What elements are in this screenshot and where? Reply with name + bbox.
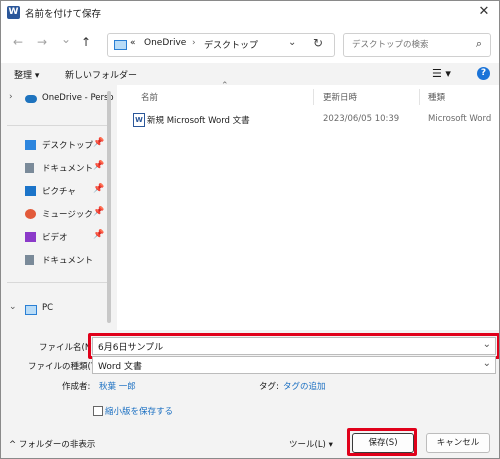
organize-menu[interactable]: 整理 ▾ [14, 68, 39, 81]
address-dropdown-icon[interactable]: ⌄ [288, 37, 296, 48]
pictures-icon [25, 186, 36, 196]
author-value[interactable]: 秋葉 一郎 [99, 380, 136, 392]
desktop-icon [25, 140, 36, 150]
refresh-icon[interactable]: ↻ [313, 36, 323, 50]
pc-icon [25, 305, 37, 315]
file-modified: 2023/06/05 10:39 [323, 114, 400, 124]
pin-icon: 📌 [93, 230, 105, 240]
search-input[interactable] [350, 37, 464, 53]
music-icon [25, 209, 36, 219]
cancel-button[interactable]: キャンセル [426, 433, 490, 453]
breadcrumb-onedrive[interactable]: OneDrive [144, 38, 186, 48]
tags-label: タグ: [259, 382, 279, 392]
chevron-right-icon[interactable]: › [9, 92, 13, 102]
recent-locations-button[interactable]: ⌄ [61, 32, 71, 46]
save-options-panel: ファイル名(N): 6月6日サンプル ⌄ ファイルの種類(T): Word 文書… [1, 330, 499, 458]
sidebar-item-documents[interactable]: ドキュメント 📌 [1, 160, 115, 176]
documents-icon [25, 163, 34, 173]
column-header-name[interactable]: 名前 [141, 91, 158, 103]
sort-ascending-icon: ⌃ [221, 81, 229, 91]
breadcrumb-desktop[interactable]: デスクトップ [204, 38, 258, 51]
pin-icon: 📌 [93, 207, 105, 217]
pin-icon: 📌 [93, 161, 105, 171]
chevron-down-icon[interactable]: ⌄ [483, 358, 491, 369]
column-header-modified[interactable]: 更新日時 [323, 91, 357, 103]
hide-folders-button[interactable]: ^ フォルダーの非表示 [9, 438, 95, 450]
search-icon[interactable]: ⌕ [476, 37, 482, 51]
chevron-down-icon[interactable]: ⌄ [9, 302, 17, 312]
search-box[interactable]: ⌕ [343, 33, 491, 57]
sidebar-item-label: ドキュメント [42, 164, 94, 174]
videos-icon [25, 232, 36, 242]
onedrive-cloud-icon [25, 95, 37, 103]
sidebar-item-label: ドキュメント [42, 256, 94, 266]
save-thumbnail-checkbox[interactable] [93, 406, 103, 416]
word-app-icon: W [7, 6, 20, 19]
save-thumbnail-label[interactable]: 縮小版を保存する [105, 405, 173, 417]
dialog-footer: ^ フォルダーの非表示 ツール(L) ▾ 保存(S) キャンセル [1, 426, 499, 458]
title-bar: W 名前を付けて保存 ✕ [1, 1, 499, 25]
tools-menu[interactable]: ツール(L) ▾ [289, 438, 333, 450]
command-bar: 整理 ▾ 新しいフォルダー ☰ ▾ ? [1, 63, 499, 85]
sidebar-item-label: PC [42, 303, 54, 313]
save-as-dialog: W 名前を付けて保存 ✕ ← → ⌄ ↑ « OneDrive › デスクトップ… [0, 0, 500, 459]
column-header-type[interactable]: 種類 [428, 91, 445, 103]
forward-button[interactable]: → [37, 35, 47, 49]
sidebar-item-onedrive[interactable]: › OneDrive - Perso [1, 91, 115, 107]
pc-icon [114, 40, 127, 50]
sidebar-item-label: デスクトップ [42, 141, 94, 151]
dialog-title: 名前を付けて保存 [25, 9, 102, 20]
sidebar-item-music[interactable]: ミュージック 📌 [1, 206, 115, 222]
new-folder-button[interactable]: 新しいフォルダー [65, 68, 137, 81]
sidebar-item-videos[interactable]: ビデオ 📌 [1, 229, 115, 245]
pin-icon: 📌 [93, 138, 105, 148]
word-document-icon: W [133, 113, 145, 127]
sidebar-item-pc[interactable]: ⌄ PC [1, 301, 115, 317]
chevron-right-icon: › [192, 38, 196, 48]
help-icon[interactable]: ? [477, 67, 490, 80]
save-highlight [347, 428, 417, 456]
divider [7, 282, 109, 283]
column-divider[interactable] [419, 89, 420, 105]
up-button[interactable]: ↑ [81, 35, 91, 49]
nav-scrollbar[interactable] [107, 91, 111, 323]
tags-field[interactable]: タグの追加 [283, 380, 326, 392]
address-bar[interactable]: « OneDrive › デスクトップ ⌄ ↻ [107, 33, 335, 57]
file-type: Microsoft Word [428, 114, 492, 124]
pin-icon: 📌 [93, 184, 105, 194]
filetype-value: Word 文書 [98, 362, 142, 372]
file-row[interactable]: W 新規 Microsoft Word 文書 2023/06/05 10:39 … [117, 111, 499, 127]
back-button[interactable]: ← [13, 35, 23, 49]
sidebar-item-label: OneDrive - Perso [42, 93, 114, 103]
sidebar-item-documents-2[interactable]: ドキュメント [1, 252, 115, 268]
navigation-pane: › OneDrive - Perso デスクトップ 📌 ドキュメント 📌 ピクチ… [1, 85, 115, 330]
filetype-select[interactable]: Word 文書 ⌄ [92, 356, 496, 374]
author-label: 作成者: [62, 382, 91, 392]
address-bar-row: ← → ⌄ ↑ « OneDrive › デスクトップ ⌄ ↻ ⌕ [1, 25, 499, 63]
divider [7, 125, 109, 126]
close-button[interactable]: ✕ [475, 3, 493, 21]
sidebar-item-label: ピクチャ [42, 187, 76, 197]
sidebar-item-pictures[interactable]: ピクチャ 📌 [1, 183, 115, 199]
breadcrumb-overflow[interactable]: « [130, 38, 136, 48]
sidebar-item-label: ビデオ [42, 233, 68, 243]
view-options-icon[interactable]: ☰ ▾ [432, 67, 451, 80]
documents-icon [25, 255, 34, 265]
file-name: 新規 Microsoft Word 文書 [147, 116, 250, 126]
file-list: ⌃ 名前 更新日時 種類 W 新規 Microsoft Word 文書 2023… [117, 81, 499, 330]
column-divider[interactable] [313, 89, 314, 105]
sidebar-item-label: ミュージック [42, 210, 93, 220]
sidebar-item-desktop[interactable]: デスクトップ 📌 [1, 137, 115, 153]
